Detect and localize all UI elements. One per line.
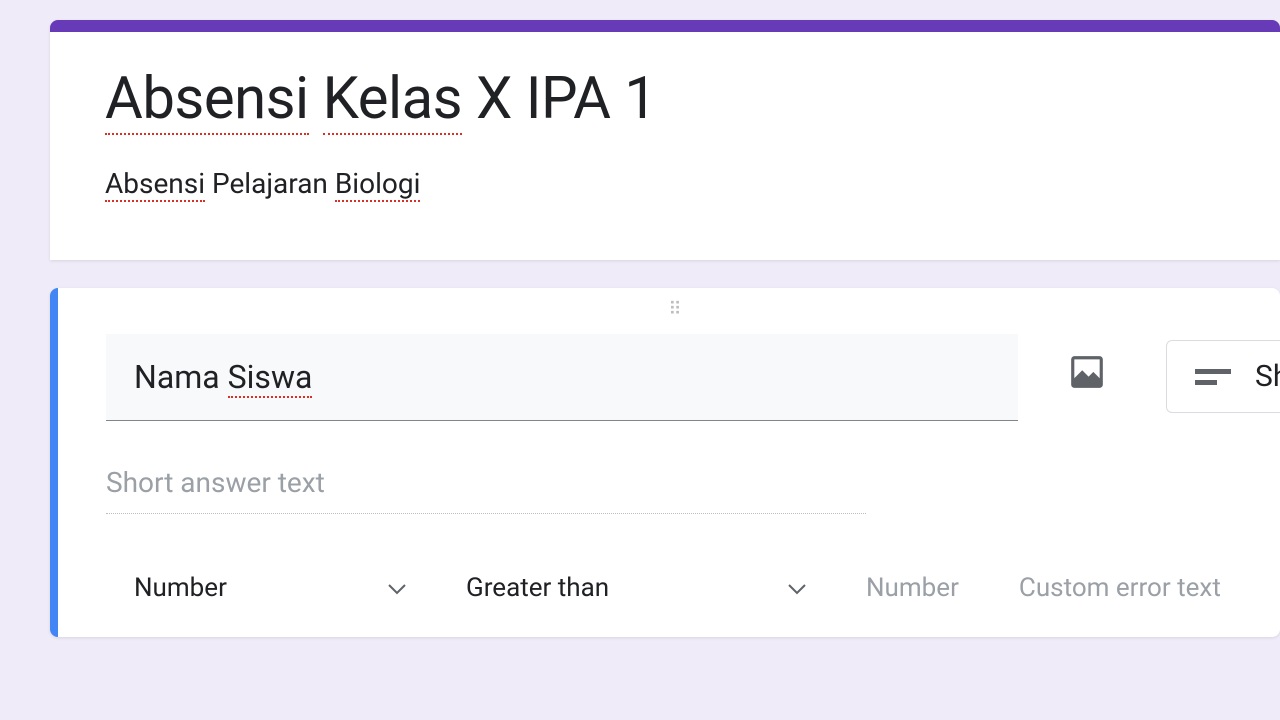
question-type-dropdown[interactable]: Sh: [1166, 340, 1280, 413]
question-title-pre: Nama: [134, 358, 228, 396]
short-answer-preview: Short answer text: [106, 466, 866, 514]
validation-error-placeholder[interactable]: Custom error text: [1019, 573, 1221, 603]
form-container: Absensi Kelas X IPA 1 Absensi Pelajaran …: [0, 0, 1280, 637]
drag-handle-icon[interactable]: ⠿: [106, 306, 1250, 314]
question-card[interactable]: ⠿ Nama Siswa: [50, 288, 1280, 637]
question-title-input[interactable]: Nama Siswa: [106, 334, 1018, 421]
image-icon: [1068, 353, 1106, 391]
form-header-card[interactable]: Absensi Kelas X IPA 1 Absensi Pelajaran …: [50, 20, 1280, 260]
validation-type-label: Number: [134, 573, 227, 603]
add-image-button[interactable]: [1068, 350, 1106, 394]
chevron-down-icon: [388, 573, 406, 603]
title-word-1: Absensi: [105, 65, 309, 135]
validation-type-dropdown[interactable]: Number: [106, 569, 406, 607]
form-title[interactable]: Absensi Kelas X IPA 1: [105, 62, 1230, 137]
desc-word-2: Biologi: [335, 167, 421, 202]
form-description[interactable]: Absensi Pelajaran Biologi: [105, 167, 1230, 200]
validation-condition-dropdown[interactable]: Greater than: [466, 569, 806, 607]
question-title-word: Siswa: [228, 358, 313, 398]
title-word-2: Kelas: [323, 65, 463, 135]
validation-value-placeholder[interactable]: Number: [866, 573, 959, 603]
question-type-label: Sh: [1255, 359, 1280, 394]
chevron-down-icon: [788, 573, 806, 603]
question-title-row: Nama Siswa Sh: [106, 334, 1250, 421]
title-rest: X IPA 1: [462, 65, 656, 133]
desc-word-1: Absensi: [105, 167, 205, 202]
short-answer-icon: [1195, 365, 1231, 389]
desc-mid: Pelajaran: [205, 167, 335, 200]
validation-row: Number Greater than Number Custom error …: [106, 569, 1250, 607]
question-input-wrap: Nama Siswa: [106, 334, 1018, 421]
validation-condition-label: Greater than: [466, 573, 609, 603]
